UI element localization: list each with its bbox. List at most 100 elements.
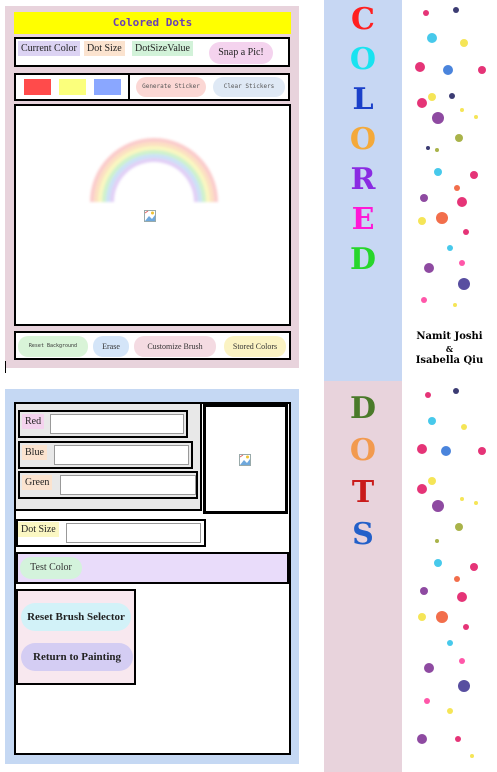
swatch-red[interactable]: [24, 79, 51, 95]
decorative-dot: [454, 185, 460, 191]
decorative-dot: [420, 587, 428, 595]
app-title: Colored Dots: [14, 12, 291, 34]
banner-letter: D: [349, 391, 376, 426]
clear-stickers-button[interactable]: Clear Stickers: [213, 77, 285, 97]
decorative-dot: [434, 559, 442, 567]
decorative-dot: [432, 112, 444, 124]
dot-size-input[interactable]: [66, 523, 201, 543]
decorative-dot: [447, 640, 453, 646]
decorative-dot: [441, 446, 451, 456]
banner-letter: E: [351, 202, 375, 237]
painting-canvas[interactable]: [14, 104, 291, 326]
decorative-dot: [478, 66, 486, 74]
decorative-dot: [463, 624, 469, 630]
decorative-dot: [474, 501, 478, 505]
decorative-dot: [436, 611, 448, 623]
dots-banner: DOTS: [324, 381, 402, 772]
swatch-yellow[interactable]: [59, 79, 86, 95]
erase-button[interactable]: Erase: [93, 336, 129, 357]
reset-background-button[interactable]: Reset Background: [18, 336, 88, 357]
decorative-dot: [435, 539, 439, 543]
decorative-dot: [460, 497, 464, 501]
decorative-dot: [459, 260, 465, 266]
decorative-dot: [458, 278, 470, 290]
decorative-dot: [417, 484, 427, 494]
decorative-dot: [428, 417, 436, 425]
banner-letter: O: [349, 42, 377, 77]
blue-input[interactable]: [54, 445, 189, 465]
customize-brush-button[interactable]: Customize Brush: [134, 336, 216, 357]
decorative-dot: [417, 734, 427, 744]
broken-image-icon: [144, 210, 156, 222]
decorative-dot: [458, 680, 470, 692]
generate-sticker-button[interactable]: Generate Sticker: [136, 77, 206, 97]
decorative-dot: [449, 93, 455, 99]
decorative-dot: [426, 146, 430, 150]
decorative-dot: [436, 212, 448, 224]
credit-author-1: Namit Joshi: [416, 331, 483, 342]
brush-info-bar: Current Color Dot Size DotSizeValue Snap…: [14, 37, 290, 67]
rgb-input-group: Red Blue Green: [16, 404, 202, 511]
decorative-dot: [425, 392, 431, 398]
decorative-dot: [421, 297, 427, 303]
brush-actions: Reset Brush Selector Return to Painting: [16, 589, 136, 685]
snap-pic-button[interactable]: Snap a Pic!: [209, 42, 273, 64]
blue-field-row: Blue: [18, 441, 193, 469]
swatch-group: [16, 75, 130, 99]
decorative-dot: [461, 424, 467, 430]
decorative-dot: [418, 217, 426, 225]
dot-size-field-row: Dot Size: [16, 519, 206, 547]
dot-decoration-top: [402, 0, 497, 330]
decorative-dot: [459, 658, 465, 664]
decorative-dot: [428, 93, 436, 101]
decorative-dot: [447, 708, 453, 714]
decorative-dot: [470, 171, 478, 179]
decorative-dot: [424, 263, 434, 273]
decorative-dot: [428, 477, 436, 485]
decorative-dot: [457, 197, 467, 207]
decorative-dot: [453, 303, 457, 307]
banner-letter: O: [349, 122, 377, 157]
decorative-dot: [463, 229, 469, 235]
red-field-row: Red: [18, 410, 188, 438]
decorative-dot: [417, 444, 427, 454]
dot-size-label: Dot Size: [84, 41, 125, 56]
banner-letter: D: [349, 242, 376, 277]
reset-brush-selector-button[interactable]: Reset Brush Selector: [21, 603, 131, 631]
decorative-dot: [460, 39, 468, 47]
banner-letter: O: [349, 433, 377, 468]
return-to-painting-button[interactable]: Return to Painting: [21, 643, 133, 671]
green-label: Green: [22, 475, 53, 490]
decorative-dot: [420, 194, 428, 202]
decorative-dot: [454, 576, 460, 582]
decorative-dot: [417, 98, 427, 108]
banner-letter: S: [352, 517, 374, 552]
decorative-dot: [455, 134, 463, 142]
green-input[interactable]: [60, 475, 196, 495]
rainbow-sticker: [90, 138, 218, 203]
colored-banner: COLORED: [324, 0, 402, 381]
decorative-dot: [453, 7, 459, 13]
decorative-dot: [455, 736, 461, 742]
decorative-dot: [478, 447, 486, 455]
decorative-dot: [470, 754, 474, 758]
test-color-button[interactable]: Test Color: [20, 557, 82, 579]
painting-panel: Colored Dots Current Color Dot Size DotS…: [5, 6, 299, 368]
banner-letter: T: [351, 475, 375, 510]
stored-colors-button[interactable]: Stored Colors: [224, 336, 286, 357]
red-input[interactable]: [50, 414, 184, 434]
decorative-dot: [474, 115, 478, 119]
dot-size-value-label: DotSizeValue: [132, 41, 193, 56]
decorative-dot: [427, 33, 437, 43]
dot-size-label: Dot Size: [18, 522, 59, 537]
decorative-dot: [435, 148, 439, 152]
decorative-dot: [453, 388, 459, 394]
swatch-blue[interactable]: [94, 79, 121, 95]
credit-author-2: Isabella Qiu: [415, 355, 484, 366]
banner-letter: R: [350, 162, 376, 197]
decorative-dot: [434, 168, 442, 176]
credits: Namit Joshi & Isabella Qiu: [402, 330, 497, 381]
broken-image-icon: [239, 454, 251, 466]
decorative-dot: [423, 10, 429, 16]
decorative-dot: [447, 245, 453, 251]
